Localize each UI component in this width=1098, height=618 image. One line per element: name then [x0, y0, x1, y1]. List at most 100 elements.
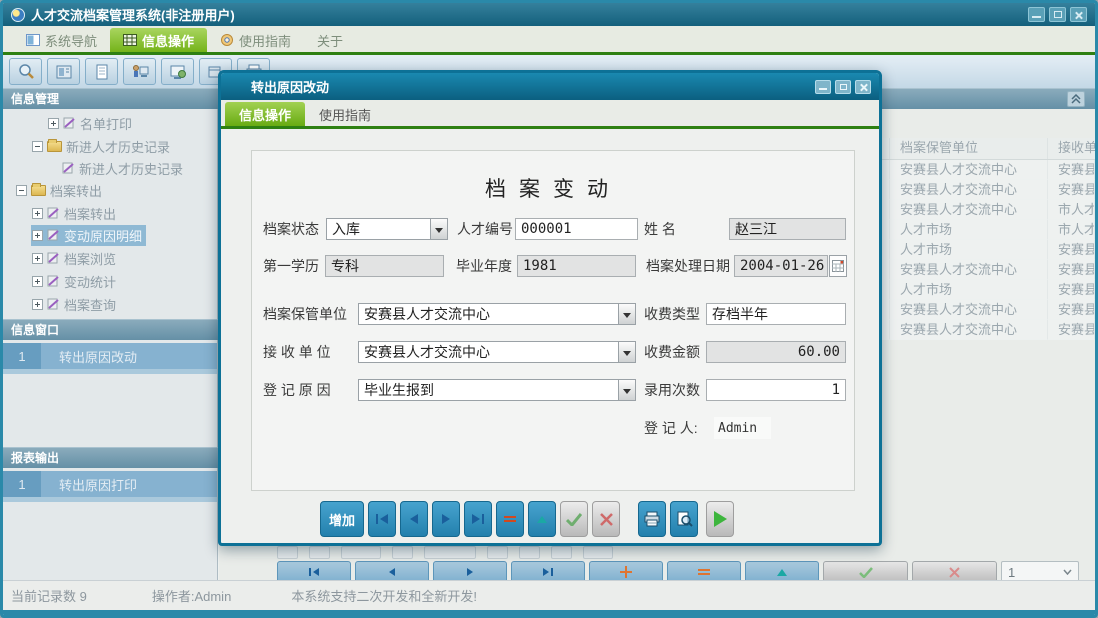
- document-icon: [92, 63, 112, 81]
- dialog-title: 转出原因改动: [251, 77, 329, 96]
- expand-icon[interactable]: [32, 276, 43, 287]
- play-icon: [714, 511, 727, 527]
- item-label: 转出原因打印: [41, 471, 217, 497]
- monitor-globe-button[interactable]: [161, 58, 194, 85]
- first-record-button[interactable]: [368, 501, 396, 537]
- dialog-tab-info-operation[interactable]: 信息操作: [225, 102, 305, 126]
- sidebar-header-info-window: 信息窗口: [3, 319, 218, 340]
- edit-record-button[interactable]: [528, 501, 556, 537]
- check-icon: [859, 567, 873, 578]
- status-select[interactable]: 入库: [326, 218, 448, 240]
- item-label: 转出原因改动: [41, 343, 217, 369]
- fee-amount-label: 收费金额: [644, 341, 700, 363]
- cancel-button[interactable]: [592, 501, 620, 537]
- chevron-down-icon: [1063, 569, 1072, 575]
- keeper-select[interactable]: 安赛县人才交流中心: [358, 303, 636, 325]
- fee-type-label: 收费类型: [644, 303, 700, 325]
- dialog-minimize-button[interactable]: [815, 80, 831, 94]
- fee-type-input[interactable]: 存档半年: [706, 303, 846, 325]
- tab-user-guide[interactable]: 使用指南: [207, 28, 304, 52]
- tree-item-archive-transfer[interactable]: 档案转出: [3, 203, 120, 223]
- col-header-receiver[interactable]: 接收单位: [1048, 138, 1095, 159]
- list-strip: [3, 497, 217, 502]
- tree-item-new-talent-history[interactable]: 新进人才历史记录: [3, 158, 187, 178]
- statusbar: 当前记录数 9 操作者:Admin 本系统支持二次开发和全新开发!: [3, 580, 1095, 610]
- dropdown-arrow-button[interactable]: [618, 342, 635, 362]
- confirm-button[interactable]: [560, 501, 588, 537]
- tree-item-archive-query[interactable]: 档案查询: [3, 294, 120, 314]
- tab-info-operation[interactable]: 信息操作: [110, 28, 207, 52]
- tree-item-archive-browse[interactable]: 档案浏览: [3, 248, 120, 268]
- tree-item-list-print[interactable]: 名单打印: [3, 113, 136, 133]
- sidebar-header-info-mgmt: 信息管理: [3, 88, 218, 109]
- tab-system-nav[interactable]: 系统导航: [13, 28, 110, 52]
- user-workstation-button[interactable]: [123, 58, 156, 85]
- process-date-field: 2004-01-26: [734, 255, 828, 277]
- folder-icon: [31, 185, 46, 196]
- keeper-label: 档案保管单位: [263, 303, 347, 325]
- reason-label: 登 记 原 因: [263, 379, 331, 401]
- preview-button[interactable]: [670, 501, 698, 537]
- minimize-button[interactable]: [1028, 7, 1045, 22]
- window-nav-icon: [26, 34, 40, 46]
- dialog-restore-button[interactable]: [835, 80, 851, 94]
- next-record-button[interactable]: [432, 501, 460, 537]
- print-button[interactable]: [638, 501, 666, 537]
- status-record-count: 当前记录数 9: [11, 586, 87, 605]
- dialog-button-bar: 增加: [320, 501, 738, 537]
- chevron-down-icon: [435, 228, 443, 233]
- tree-item-archive-transfer-folder[interactable]: 档案转出: [3, 180, 106, 200]
- registrar-value: Admin: [714, 417, 771, 439]
- calendar-button[interactable]: [829, 255, 847, 277]
- close-button[interactable]: [1070, 7, 1087, 22]
- tree-item-change-statistics[interactable]: 变动统计: [3, 271, 120, 291]
- panel-collapse-button[interactable]: [1067, 91, 1085, 107]
- sidebar: 信息管理 名单打印 新进人才历史记录 新进人才历史记录: [3, 88, 218, 580]
- collapse-icon[interactable]: [32, 141, 43, 152]
- expand-icon[interactable]: [48, 118, 59, 129]
- col-header-keeper[interactable]: 档案保管单位: [890, 138, 1048, 159]
- prev-record-button[interactable]: [400, 501, 428, 537]
- receiver-select[interactable]: 安赛县人才交流中心: [358, 341, 636, 363]
- run-button[interactable]: [706, 501, 734, 537]
- guide-icon: [220, 34, 234, 46]
- report-output-item[interactable]: 1 转出原因打印: [3, 471, 217, 497]
- dialog-close-button[interactable]: [855, 80, 871, 94]
- expand-icon[interactable]: [32, 253, 43, 264]
- window-title: 人才交流档案管理系统(非注册用户): [31, 5, 235, 24]
- dialog-tab-user-guide[interactable]: 使用指南: [305, 102, 385, 126]
- triangle-up-icon: [537, 516, 547, 523]
- app-logo-icon: [11, 8, 25, 22]
- last-record-button[interactable]: [464, 501, 492, 537]
- report-leaf-icon: [62, 162, 75, 174]
- item-index: 1: [3, 471, 41, 497]
- education-label: 第一学历: [263, 255, 319, 277]
- report-leaf-icon: [47, 298, 60, 310]
- dropdown-arrow-button[interactable]: [618, 380, 635, 400]
- talent-id-input[interactable]: 000001: [515, 218, 638, 240]
- hire-count-input[interactable]: 1: [706, 379, 846, 401]
- tab-about[interactable]: 关于: [304, 28, 356, 52]
- x-icon: [949, 567, 960, 578]
- window-list-button[interactable]: [47, 58, 80, 85]
- expand-icon[interactable]: [32, 230, 43, 241]
- tree-item-new-talent-folder[interactable]: 新进人才历史记录: [3, 136, 174, 156]
- expand-icon[interactable]: [32, 299, 43, 310]
- expand-icon[interactable]: [32, 208, 43, 219]
- search-button[interactable]: [9, 58, 42, 85]
- receiver-label: 接 收 单 位: [263, 341, 331, 363]
- dropdown-arrow-button[interactable]: [430, 219, 447, 239]
- info-window-item[interactable]: 1 转出原因改动: [3, 343, 217, 369]
- collapse-icon[interactable]: [16, 185, 27, 196]
- bottom-band: [3, 610, 1095, 615]
- add-button[interactable]: 增加: [320, 501, 364, 537]
- name-label: 姓 名: [644, 218, 676, 240]
- dropdown-arrow-button[interactable]: [618, 304, 635, 324]
- report-leaf-icon: [63, 117, 76, 129]
- document-button[interactable]: [85, 58, 118, 85]
- delete-record-button[interactable]: [496, 501, 524, 537]
- tree-item-change-reason-detail[interactable]: 变动原因明细: [3, 225, 146, 245]
- reason-select[interactable]: 毕业生报到: [358, 379, 636, 401]
- menu-tabbar: 系统导航 信息操作 使用指南 关于: [3, 26, 1095, 52]
- restore-button[interactable]: [1049, 7, 1066, 22]
